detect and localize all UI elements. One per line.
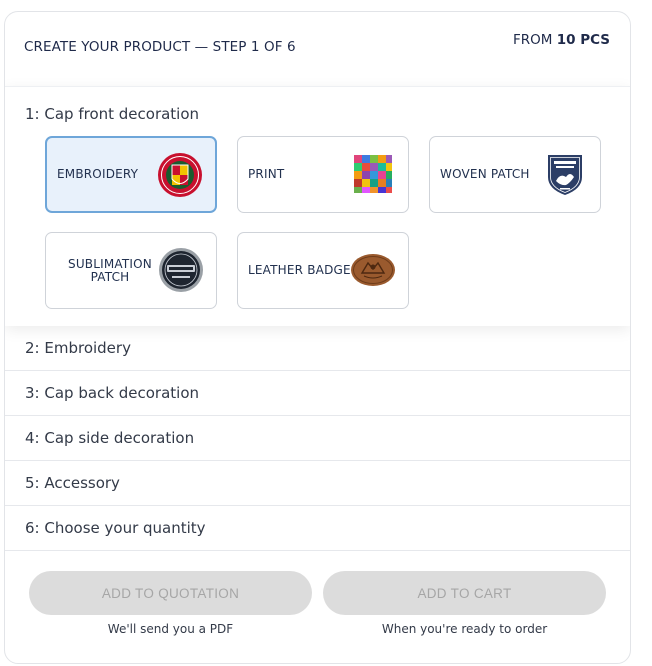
price-prefix: FROM	[513, 32, 553, 48]
configurator-header: CREATE YOUR PRODUCT — STEP 1 OF 6 FROM 1…	[5, 12, 630, 86]
step-4-row[interactable]: 4: Cap side decoration	[5, 416, 630, 461]
option-label: LEATHER BADGE	[248, 263, 351, 277]
embroidery-badge-icon	[158, 153, 202, 197]
option-print[interactable]: PRINT	[237, 136, 409, 213]
option-label: PRINT	[248, 167, 285, 181]
step-3-row[interactable]: 3: Cap back decoration	[5, 371, 630, 416]
option-label: EMBROIDERY	[57, 167, 139, 181]
price-quantity: 10 PCS	[556, 32, 610, 48]
step-6-title: 6: Choose your quantity	[25, 519, 206, 537]
option-label: SUBLIMATION PATCH	[68, 256, 152, 284]
step-6-row[interactable]: 6: Choose your quantity	[5, 506, 630, 551]
option-embroidery[interactable]: EMBROIDERY	[45, 136, 217, 213]
step-5-title: 5: Accessory	[25, 474, 120, 492]
step-4-title: 4: Cap side decoration	[25, 429, 195, 447]
step-5-row[interactable]: 5: Accessory	[5, 461, 630, 506]
step-1-panel: 1: Cap front decoration EMBROIDERY PRINT	[5, 86, 630, 326]
sublimation-patch-icon	[159, 248, 203, 292]
option-woven-patch[interactable]: WOVEN PATCH	[429, 136, 601, 213]
add-to-cart-button[interactable]: ADD TO CART	[323, 571, 606, 615]
leather-badge-icon	[351, 254, 395, 286]
option-label: WOVEN PATCH	[440, 167, 530, 181]
step-3-title: 3: Cap back decoration	[25, 384, 200, 402]
option-leather-badge[interactable]: LEATHER BADGE	[237, 232, 409, 309]
print-mosaic-icon	[354, 155, 392, 193]
option-sublimation-patch[interactable]: SUBLIMATION PATCH	[45, 232, 217, 309]
step-progress-title: CREATE YOUR PRODUCT — STEP 1 OF 6	[24, 39, 296, 55]
add-to-quotation-button[interactable]: ADD TO QUOTATION	[29, 571, 312, 615]
cart-note: When you're ready to order	[381, 622, 548, 636]
step-2-row[interactable]: 2: Embroidery	[5, 326, 630, 371]
quotation-note: We'll send you a PDF	[107, 622, 234, 636]
starting-quantity: FROM 10 PCS	[513, 32, 610, 48]
step-2-title: 2: Embroidery	[25, 339, 131, 357]
step-1-title: 1: Cap front decoration	[25, 105, 200, 123]
product-configurator-card: CREATE YOUR PRODUCT — STEP 1 OF 6 FROM 1…	[4, 11, 631, 664]
woven-shield-icon	[548, 155, 582, 195]
